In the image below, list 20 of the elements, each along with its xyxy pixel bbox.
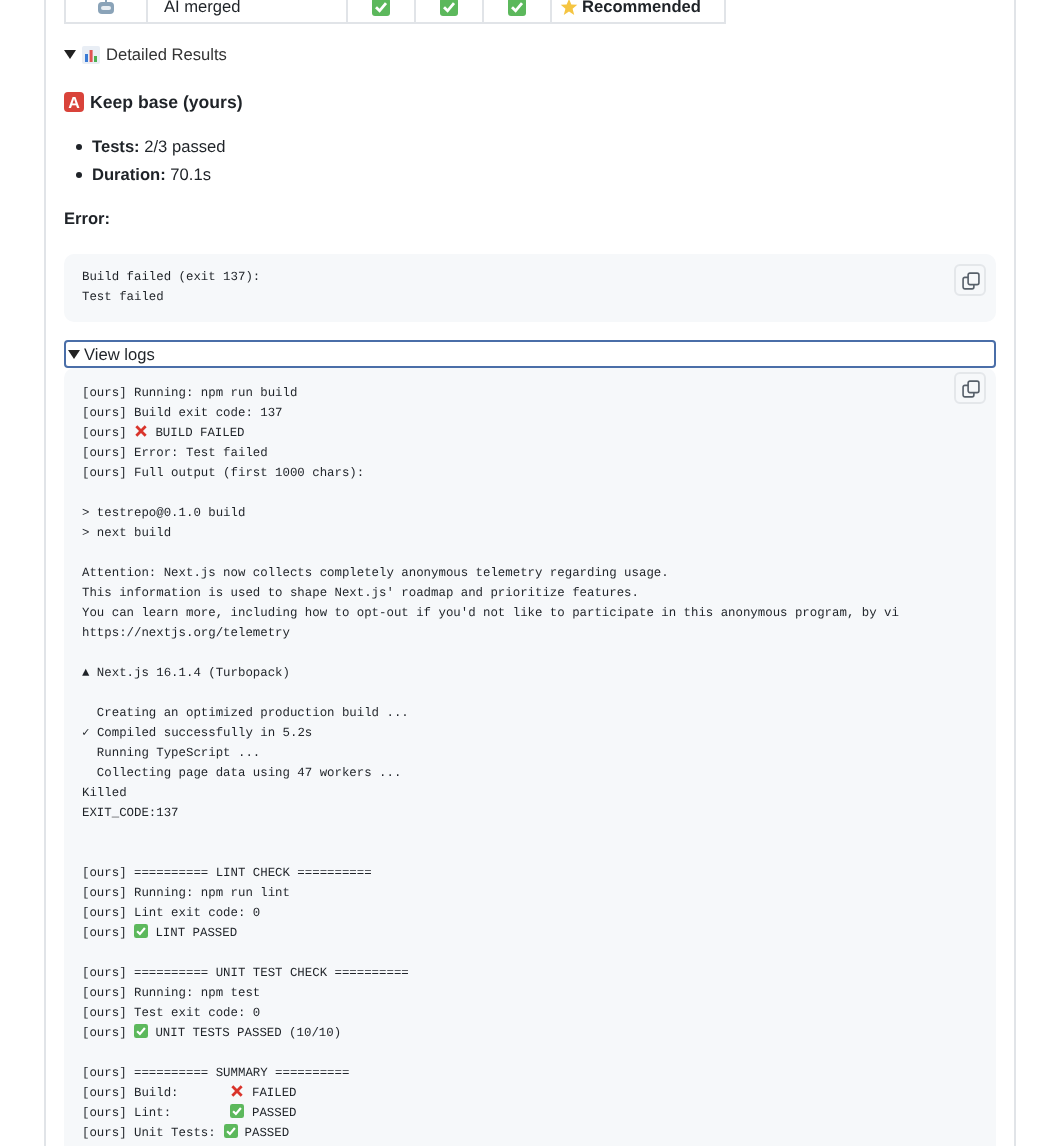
details-toggle[interactable]: Detailed Results bbox=[64, 44, 996, 64]
robot-icon bbox=[96, 0, 116, 15]
stat-item: Duration: 70.1s bbox=[92, 163, 211, 185]
bullet-icon bbox=[76, 143, 82, 149]
copy-button[interactable] bbox=[954, 264, 986, 296]
option-title: Keep base (yours) bbox=[90, 92, 243, 112]
star-icon bbox=[560, 0, 578, 15]
table-cell: AI merged bbox=[148, 0, 348, 24]
bullet-icon bbox=[76, 171, 82, 177]
copy-button[interactable] bbox=[954, 372, 986, 404]
caret-icon bbox=[68, 348, 80, 360]
letter-badge: A bbox=[64, 92, 84, 112]
copy-icon bbox=[961, 271, 979, 289]
copy-icon bbox=[961, 379, 979, 397]
error-label: Error: bbox=[64, 208, 113, 228]
table-cell: Recommended bbox=[582, 0, 701, 16]
view-logs-toggle[interactable]: View logs bbox=[64, 340, 996, 368]
caret-icon bbox=[64, 48, 76, 60]
stat-item: Tests: 2/3 passed bbox=[92, 135, 226, 157]
bar-chart-icon bbox=[82, 45, 100, 63]
